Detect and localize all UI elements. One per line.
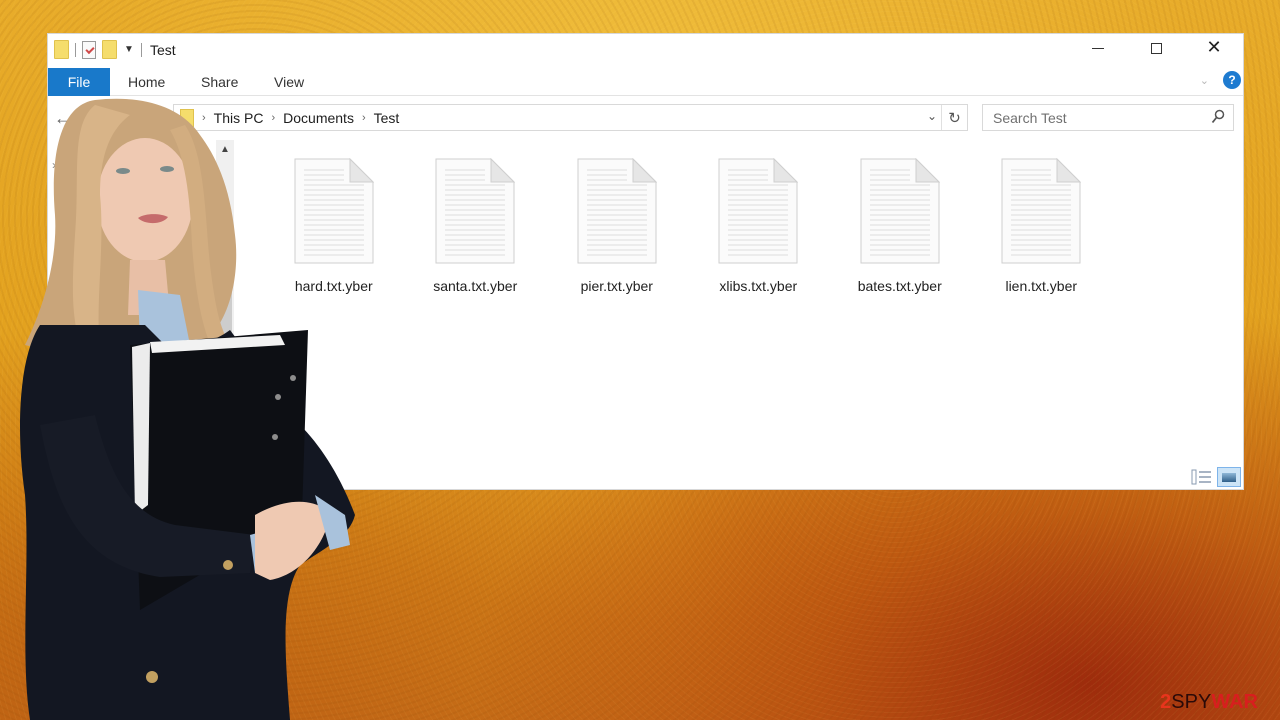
text-document-icon: [435, 158, 515, 264]
file-name: santa.txt.yber: [433, 278, 518, 294]
tab-home[interactable]: Home: [128, 68, 165, 96]
refresh-icon[interactable]: ↻: [941, 105, 967, 130]
quick-access-toolbar: ▼ Test: [54, 40, 176, 59]
folder-icon: [54, 40, 69, 59]
toolbar-divider: [141, 42, 142, 57]
ribbon-right-controls: ⌄ ?: [1200, 71, 1241, 89]
file-list: hard.txt.yber santa.txt.yber pier.txt.yb…: [263, 158, 1112, 294]
text-document-icon: [1001, 158, 1081, 264]
minimize-icon: [1092, 47, 1104, 49]
properties-icon[interactable]: [82, 40, 96, 59]
file-name: bates.txt.yber: [857, 278, 942, 294]
close-icon: ✕: [1206, 37, 1222, 58]
maximize-button[interactable]: [1127, 34, 1185, 62]
toolbar-divider: [75, 42, 76, 57]
text-document-icon: [860, 158, 940, 264]
tab-view[interactable]: View: [274, 68, 304, 96]
file-item[interactable]: xlibs.txt.yber: [688, 158, 830, 294]
text-document-icon: [718, 158, 798, 264]
large-icons-view-icon: [1222, 472, 1236, 482]
minimize-button[interactable]: [1069, 34, 1127, 62]
window-title: Test: [150, 41, 176, 58]
details-view-icon[interactable]: [1191, 468, 1213, 486]
address-history-dropdown-icon[interactable]: ⌄: [927, 109, 937, 123]
person-with-binder-image: [20, 98, 355, 720]
title-bar: ▼ Test ✕: [48, 34, 1243, 66]
file-item[interactable]: santa.txt.yber: [405, 158, 547, 294]
close-button[interactable]: ✕: [1185, 34, 1243, 62]
expand-ribbon-chevron-icon[interactable]: ⌄: [1200, 74, 1209, 87]
text-document-icon: [577, 158, 657, 264]
window-controls: ✕: [1069, 34, 1243, 62]
file-item[interactable]: lien.txt.yber: [971, 158, 1113, 294]
help-icon[interactable]: ?: [1223, 71, 1241, 89]
search-box[interactable]: [982, 104, 1234, 131]
watermark-part: SPY: [1171, 691, 1212, 713]
search-input[interactable]: [993, 109, 1193, 126]
large-icons-view-button[interactable]: [1217, 467, 1241, 487]
tab-share[interactable]: Share: [201, 68, 238, 96]
file-name: xlibs.txt.yber: [719, 278, 798, 294]
new-folder-icon[interactable]: [102, 40, 117, 59]
maximize-icon: [1150, 42, 1162, 54]
customize-toolbar-dropdown-icon[interactable]: ▼: [123, 44, 135, 55]
view-mode-switcher: [1191, 467, 1241, 487]
watermark-part: 2: [1160, 691, 1172, 713]
watermark-part: WAR: [1211, 691, 1258, 713]
tab-file[interactable]: File: [48, 68, 110, 96]
ribbon-tabs: File Home Share View: [48, 68, 1243, 96]
file-name: lien.txt.yber: [1005, 278, 1078, 294]
search-icon[interactable]: [1211, 109, 1225, 125]
file-name: pier.txt.yber: [580, 278, 653, 294]
watermark-logo: 2SPYWAR: [1160, 691, 1258, 714]
file-item[interactable]: bates.txt.yber: [829, 158, 971, 294]
file-item[interactable]: pier.txt.yber: [546, 158, 688, 294]
